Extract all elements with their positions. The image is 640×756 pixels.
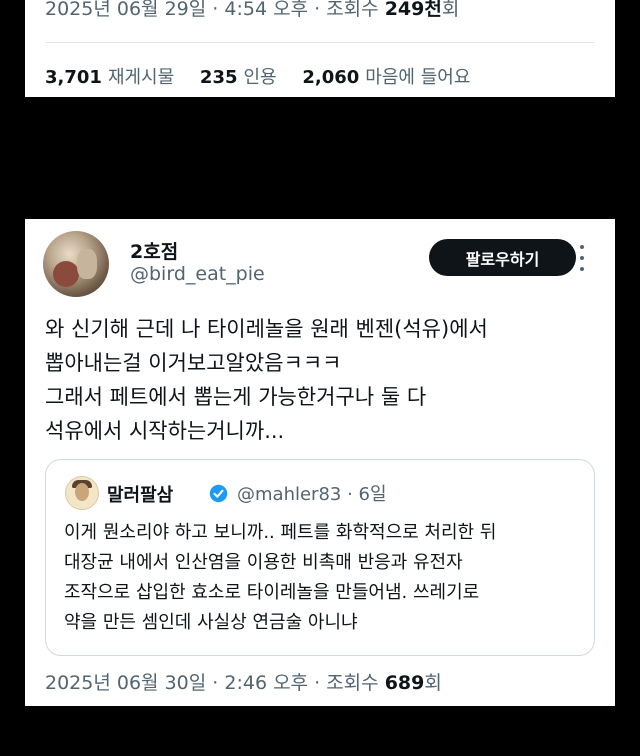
engagement-stats: 3,701 재게시물 235 인용 2,060 마음에 들어요 bbox=[45, 63, 490, 89]
verified-badge-icon bbox=[209, 484, 228, 503]
display-name[interactable]: 2호점 bbox=[130, 237, 178, 264]
avatar[interactable] bbox=[43, 231, 109, 297]
tweet-text: 와 신기해 근데 나 타이레놀을 원래 벤젠(석유)에서 뽑아내는걸 이거보고알… bbox=[45, 317, 488, 443]
quoted-avatar bbox=[65, 476, 99, 510]
reposts-stat[interactable]: 3,701 재게시물 bbox=[45, 67, 174, 88]
user-handle[interactable]: @bird_eat_pie bbox=[130, 263, 265, 285]
quoted-display-name: 말러팔삼 bbox=[107, 485, 174, 506]
quotes-stat[interactable]: 235 인용 bbox=[200, 67, 277, 88]
quoted-handle-time: @mahler83 · 6일 bbox=[237, 484, 387, 505]
tweet-card: 2호점 @bird_eat_pie 팔로우하기 와 신기해 근데 나 타이레놀을… bbox=[25, 219, 615, 706]
top-tweet-card: 2025년 06월 29일 · 4:54 오후 · 조회수 249천회 3,70… bbox=[25, 0, 615, 97]
quoted-text: 이게 뭔소리야 하고 보니까.. 페트를 화학적으로 처리한 뒤 대장균 내에서… bbox=[64, 522, 497, 633]
more-options-icon[interactable] bbox=[575, 245, 589, 271]
divider bbox=[45, 42, 595, 43]
likes-stat[interactable]: 2,060 마음에 들어요 bbox=[302, 67, 470, 88]
follow-button[interactable]: 팔로우하기 bbox=[429, 239, 576, 276]
quoted-tweet[interactable]: 말러팔삼 @mahler83 · 6일 이게 뭔소리야 하고 보니까.. 페트를… bbox=[45, 459, 595, 656]
tweet-timestamp[interactable]: 2025년 06월 30일 · 2:46 오후 · 조회수 689회 bbox=[45, 668, 442, 695]
tweet-timestamp[interactable]: 2025년 06월 29일 · 4:54 오후 · 조회수 249천회 bbox=[45, 0, 459, 21]
